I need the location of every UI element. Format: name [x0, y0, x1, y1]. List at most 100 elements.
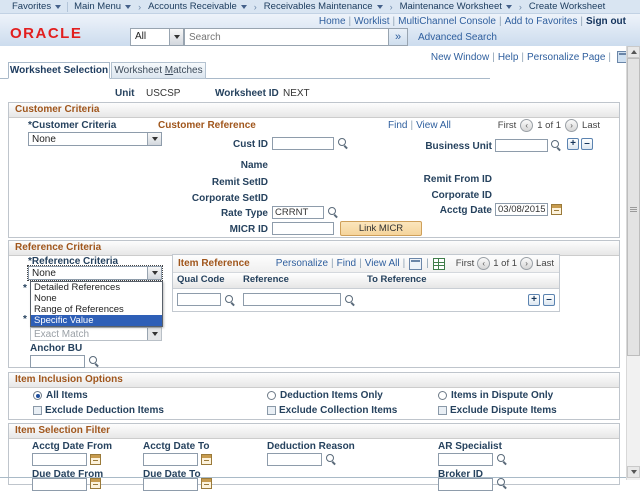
breadcrumb-main-menu[interactable]: Main Menu: [70, 1, 135, 12]
add-row-button[interactable]: +: [567, 138, 579, 150]
reference-input[interactable]: [243, 293, 341, 306]
home-link[interactable]: Home: [319, 16, 346, 27]
delete-row-button[interactable]: –: [581, 138, 593, 150]
anchor-bu-label: Anchor BU: [30, 343, 82, 354]
tab-worksheet-matches[interactable]: Worksheet Matches: [111, 62, 206, 79]
item-inclusion-title: Item Inclusion Options: [9, 373, 619, 388]
column-header-qual-code[interactable]: Qual Code: [173, 273, 239, 288]
breadcrumb-accounts-receivable[interactable]: Accounts Receivable: [144, 1, 251, 12]
items-in-dispute-only-radio[interactable]: [438, 391, 447, 400]
view-all-link[interactable]: View All: [416, 120, 451, 131]
delete-row-button[interactable]: –: [543, 294, 555, 306]
breadcrumb-divider: [67, 2, 68, 12]
separator: |: [518, 52, 527, 63]
previous-row-icon[interactable]: ‹: [477, 257, 490, 270]
vertical-scrollbar[interactable]: [626, 46, 640, 480]
scroll-up-button[interactable]: [627, 46, 640, 58]
scrollbar-thumb[interactable]: [627, 58, 640, 356]
search-scope-select[interactable]: All: [130, 28, 184, 46]
link-micr-button[interactable]: Link MICR: [340, 221, 422, 236]
advanced-search-link[interactable]: Advanced Search: [418, 32, 497, 43]
next-row-icon[interactable]: ›: [565, 119, 578, 132]
acctg-date-to-calendar-icon[interactable]: [201, 454, 212, 465]
worklist-link[interactable]: Worklist: [354, 16, 389, 27]
column-header-to-reference[interactable]: To Reference: [363, 273, 559, 288]
breadcrumb: Favorites Main Menu › Accounts Receivabl…: [0, 0, 640, 14]
next-row-icon[interactable]: ›: [520, 257, 533, 270]
sign-out-link[interactable]: Sign out: [586, 16, 626, 27]
find-link[interactable]: Find: [337, 258, 356, 269]
ar-specialist-input[interactable]: [438, 453, 493, 466]
ar-specialist-lookup-icon[interactable]: [497, 454, 508, 465]
rate-type-lookup-icon[interactable]: [328, 207, 339, 218]
reference-criteria-select[interactable]: None: [28, 266, 162, 280]
acctg-date-from-input[interactable]: [32, 453, 87, 466]
all-items-radio[interactable]: [33, 391, 42, 400]
find-link[interactable]: Find: [388, 120, 407, 131]
deduction-items-only-radio[interactable]: [267, 391, 276, 400]
personalize-page-link[interactable]: Personalize Page: [527, 52, 605, 63]
exclude-dispute-items-checkbox[interactable]: [438, 406, 447, 415]
breadcrumb-item-label: Maintenance Worksheet: [400, 1, 502, 12]
separator: |: [356, 258, 365, 269]
required-mark: *: [23, 283, 27, 294]
worksheet-id-value: NEXT: [283, 88, 310, 99]
zoom-grid-icon[interactable]: [409, 258, 422, 270]
cust-id-input[interactable]: [272, 137, 334, 150]
separator: |: [328, 258, 337, 269]
acctg-date-label: Acctg Date: [370, 205, 492, 216]
search-input[interactable]: [184, 28, 389, 46]
reference-lookup-icon[interactable]: [345, 295, 356, 306]
acctg-date-to-input[interactable]: [143, 453, 198, 466]
anchor-bu-input[interactable]: [30, 355, 85, 368]
exclude-deduction-items-checkbox[interactable]: [33, 406, 42, 415]
previous-row-icon[interactable]: ‹: [520, 119, 533, 132]
rate-type-input[interactable]: [272, 206, 324, 219]
business-unit-input[interactable]: [495, 139, 548, 152]
breadcrumb-favorites[interactable]: Favorites: [8, 1, 65, 12]
add-row-button[interactable]: +: [528, 294, 540, 306]
deduction-items-only-label: Deduction Items Only: [280, 390, 383, 401]
breadcrumb-separator: ›: [251, 2, 260, 12]
breadcrumb-receivables-maintenance[interactable]: Receivables Maintenance: [260, 1, 387, 12]
search-go-icon[interactable]: »: [389, 28, 408, 46]
deduction-reason-lookup-icon[interactable]: [326, 454, 337, 465]
breadcrumb-maintenance-worksheet[interactable]: Maintenance Worksheet: [396, 1, 516, 12]
anchor-bu-lookup-icon[interactable]: [89, 356, 100, 367]
dropdown-option-none[interactable]: None: [31, 293, 162, 304]
dropdown-option-detailed-references[interactable]: Detailed References: [31, 282, 162, 293]
first-label: First: [456, 258, 474, 269]
new-window-link[interactable]: New Window: [431, 52, 489, 63]
acctg-date-input[interactable]: [495, 203, 548, 216]
dropdown-option-specific-value[interactable]: Specific Value: [31, 315, 162, 326]
personalize-link[interactable]: Personalize: [276, 258, 328, 269]
separator: |: [400, 258, 409, 269]
acctg-date-from-calendar-icon[interactable]: [90, 454, 101, 465]
add-to-favorites-link[interactable]: Add to Favorites: [505, 16, 578, 27]
exclude-collection-items-checkbox[interactable]: [267, 406, 276, 415]
column-header-reference[interactable]: Reference: [239, 273, 363, 288]
customer-criteria-select[interactable]: None: [28, 132, 162, 146]
row-range: 1 of 1: [537, 120, 561, 131]
micr-id-input[interactable]: [272, 222, 334, 235]
view-all-link[interactable]: View All: [365, 258, 400, 269]
tab-worksheet-selection[interactable]: Worksheet Selection: [8, 62, 110, 79]
row-range: 1 of 1: [493, 258, 517, 269]
help-link[interactable]: Help: [498, 52, 519, 63]
last-label: Last: [536, 258, 554, 269]
breadcrumb-create-worksheet[interactable]: Create Worksheet: [525, 1, 609, 12]
business-unit-lookup-icon[interactable]: [551, 140, 562, 151]
tab-label: Worksheet Selection: [10, 65, 108, 76]
download-to-excel-icon[interactable]: [433, 258, 445, 270]
qual-code-lookup-icon[interactable]: [225, 295, 236, 306]
scroll-down-button[interactable]: [627, 466, 640, 478]
chevron-down-icon: [377, 5, 383, 9]
qual-code-input[interactable]: [177, 293, 221, 306]
acctg-date-calendar-icon[interactable]: [551, 204, 562, 215]
multichannel-console-link[interactable]: MultiChannel Console: [398, 16, 496, 27]
cust-id-lookup-icon[interactable]: [338, 138, 349, 149]
dropdown-option-range-of-references[interactable]: Range of References: [31, 304, 162, 315]
grid-data-row: + –: [173, 289, 559, 311]
acctg-date-from-label: Acctg Date From: [32, 441, 112, 452]
deduction-reason-input[interactable]: [267, 453, 322, 466]
